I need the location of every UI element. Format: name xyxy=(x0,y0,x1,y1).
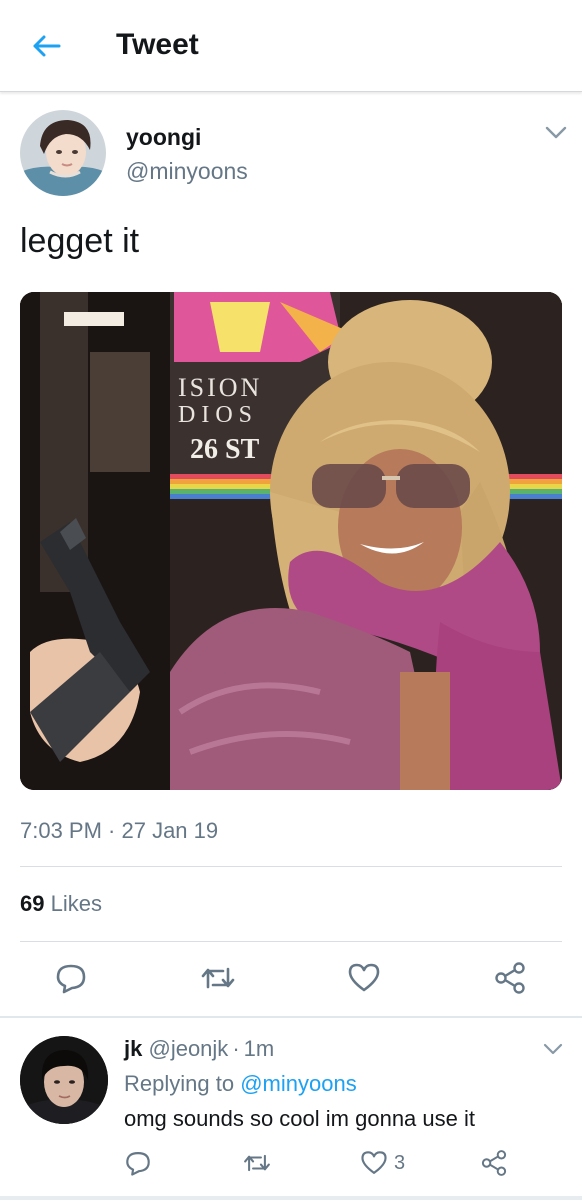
share-icon xyxy=(495,962,525,994)
sign-line1: ISION xyxy=(178,373,262,402)
avatar-image xyxy=(20,1036,108,1124)
like-icon xyxy=(348,963,380,992)
author-handle[interactable]: @minyoons xyxy=(126,158,248,185)
divider xyxy=(20,866,562,867)
like-button[interactable] xyxy=(344,958,384,998)
separator-dot: · xyxy=(232,1036,240,1061)
reply-author-avatar[interactable] xyxy=(20,1036,108,1124)
likes-label: Likes xyxy=(50,891,102,916)
reply-like-button[interactable]: 3 xyxy=(360,1146,405,1180)
tweet-text: legget it xyxy=(20,222,140,260)
reply-header: jk @jeonjk · 1m xyxy=(124,1036,274,1062)
reply-author-name[interactable]: jk xyxy=(124,1036,142,1061)
chevron-down-icon xyxy=(545,126,567,139)
reply-icon xyxy=(126,1152,150,1176)
like-icon xyxy=(361,1151,387,1174)
bottom-divider xyxy=(0,1196,582,1200)
divider xyxy=(20,941,562,942)
page-title: Tweet xyxy=(116,28,199,61)
reply-menu-button[interactable] xyxy=(541,1040,565,1060)
reply-author-handle[interactable]: @jeonjk xyxy=(148,1036,228,1061)
reply-like-count: 3 xyxy=(394,1151,406,1174)
arrow-left-icon xyxy=(33,35,61,57)
reply-text: omg sounds so cool im gonna use it xyxy=(124,1106,475,1131)
avatar-image xyxy=(20,110,106,196)
likes-number: 69 xyxy=(20,891,45,916)
author-avatar[interactable] xyxy=(20,110,106,196)
retweet-icon xyxy=(201,967,235,989)
retweet-icon xyxy=(244,1154,270,1172)
reply-reply-button[interactable] xyxy=(124,1146,152,1180)
media-image: ISION DIOS 26 ST xyxy=(20,292,562,790)
replying-to: Replying to @minyoons xyxy=(124,1071,357,1097)
retweet-button[interactable] xyxy=(198,958,238,998)
reply-timestamp: 1m xyxy=(243,1036,275,1061)
replying-prefix: Replying to xyxy=(124,1071,235,1096)
chevron-down-icon xyxy=(543,1043,563,1055)
share-button[interactable] xyxy=(490,958,530,998)
likes-count[interactable]: 69 Likes xyxy=(20,891,102,917)
top-bar: Tweet xyxy=(0,0,582,92)
back-button[interactable] xyxy=(28,30,64,62)
section-divider xyxy=(0,1016,582,1018)
tweet-timestamp: 7:03 PM · 27 Jan 19 xyxy=(20,818,219,843)
author-name[interactable]: yoongi xyxy=(126,124,201,151)
sign-line3: 26 ST xyxy=(190,434,260,465)
tweet-media[interactable]: ISION DIOS 26 ST xyxy=(20,292,562,790)
tweet-menu-button[interactable] xyxy=(543,122,569,144)
sign-line2: DIOS xyxy=(178,402,258,428)
replying-mention-link[interactable]: @minyoons xyxy=(240,1071,357,1096)
reply-retweet-button[interactable] xyxy=(242,1146,272,1180)
share-icon xyxy=(481,1150,507,1176)
reply-icon xyxy=(56,964,86,994)
reply-share-button[interactable] xyxy=(480,1146,508,1180)
reply-button[interactable] xyxy=(51,958,91,998)
